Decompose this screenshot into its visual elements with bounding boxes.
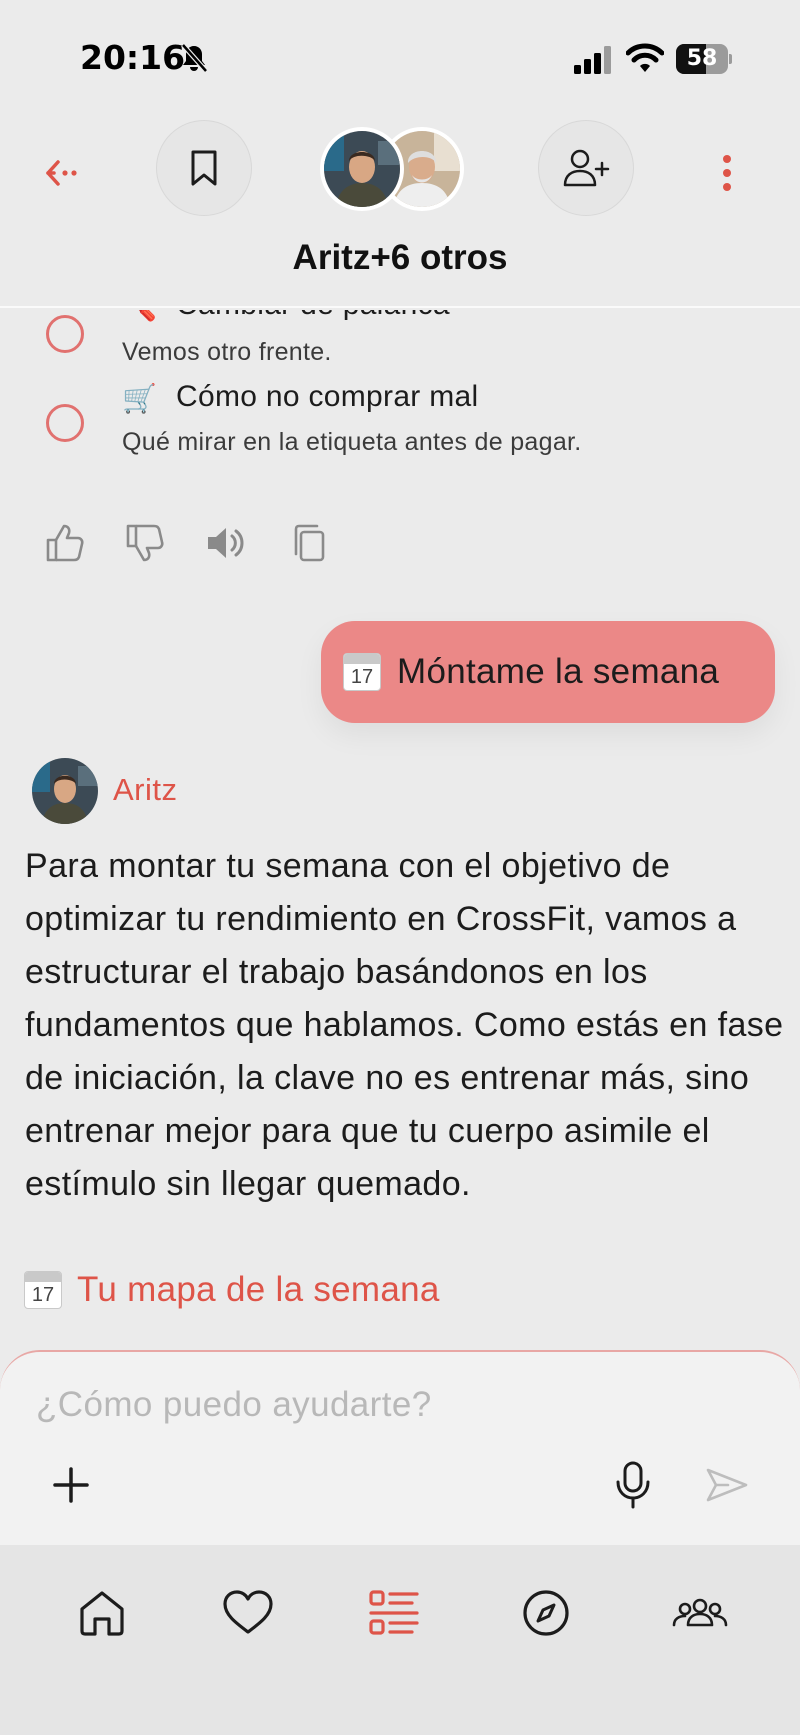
microphone-icon[interactable] — [612, 1460, 654, 1510]
avatar — [320, 127, 404, 211]
bot-message-text: Para montar tu semana con el objetivo de… — [25, 847, 784, 1203]
status-bar: 20:16 58 — [0, 0, 800, 110]
bookmark-button[interactable] — [156, 120, 252, 216]
compass-icon[interactable] — [518, 1585, 574, 1641]
add-user-button[interactable] — [538, 120, 634, 216]
more-vertical-icon[interactable] — [710, 146, 744, 200]
option-emoji: 🪛 — [122, 310, 157, 323]
message-actions — [44, 522, 344, 566]
list-icon[interactable] — [366, 1585, 422, 1641]
chat-title: Aritz+6 otros — [292, 238, 508, 277]
status-time: 20:16 — [80, 38, 186, 77]
user-message-bubble[interactable]: 17 Móntame la semana — [321, 621, 775, 723]
option-item[interactable]: 🛒 Cómo no comprar mal Qué mirar en la et… — [0, 380, 800, 490]
copy-icon[interactable] — [290, 522, 332, 564]
battery-indicator: 58 — [676, 44, 732, 74]
option-item[interactable]: 🪛 Cambiar de palanca Vemos otro frente. — [0, 310, 800, 380]
battery-level: 58 — [686, 46, 718, 71]
option-title: Cambiar de palanca — [176, 310, 450, 322]
bot-name: Aritz — [113, 772, 178, 807]
option-title: Cómo no comprar mal — [176, 380, 479, 413]
chat-messages[interactable]: 🪛 Cambiar de palanca Vemos otro frente. … — [0, 310, 800, 1350]
option-radio[interactable] — [46, 404, 84, 442]
option-emoji: 🛒 — [122, 383, 157, 414]
bookmark-icon — [191, 150, 217, 186]
message-composer — [0, 1350, 800, 1545]
section-title: Tu mapa de la semana — [77, 1270, 440, 1309]
wifi-icon — [626, 43, 664, 72]
back-arrow-icon[interactable] — [40, 146, 94, 200]
add-user-icon — [563, 149, 610, 187]
community-icon[interactable] — [670, 1585, 730, 1641]
option-subtitle: Vemos otro frente. — [122, 338, 332, 366]
thumbs-up-icon[interactable] — [44, 522, 86, 564]
message-input[interactable] — [36, 1380, 736, 1430]
option-radio[interactable] — [46, 315, 84, 353]
chat-header: Aritz+6 otros — [0, 110, 800, 308]
thumbs-down-icon[interactable] — [124, 522, 166, 564]
plus-icon[interactable] — [50, 1464, 92, 1506]
bell-off-icon — [181, 43, 208, 73]
cellular-signal-icon — [574, 46, 611, 74]
speaker-icon[interactable] — [204, 522, 246, 564]
avatar[interactable] — [32, 758, 98, 824]
bottom-navigation — [0, 1545, 800, 1735]
calendar-icon: 17 — [343, 653, 381, 691]
user-message-text: Móntame la semana — [397, 652, 720, 691]
section-heading: 17 Tu mapa de la semana — [24, 1268, 440, 1312]
option-subtitle: Qué mirar en la etiqueta antes de pagar. — [122, 428, 582, 456]
calendar-icon: 17 — [24, 1271, 62, 1309]
send-icon[interactable] — [704, 1464, 750, 1506]
heart-icon[interactable] — [220, 1585, 276, 1641]
home-icon[interactable] — [74, 1585, 130, 1641]
participants-avatars[interactable] — [320, 127, 464, 211]
